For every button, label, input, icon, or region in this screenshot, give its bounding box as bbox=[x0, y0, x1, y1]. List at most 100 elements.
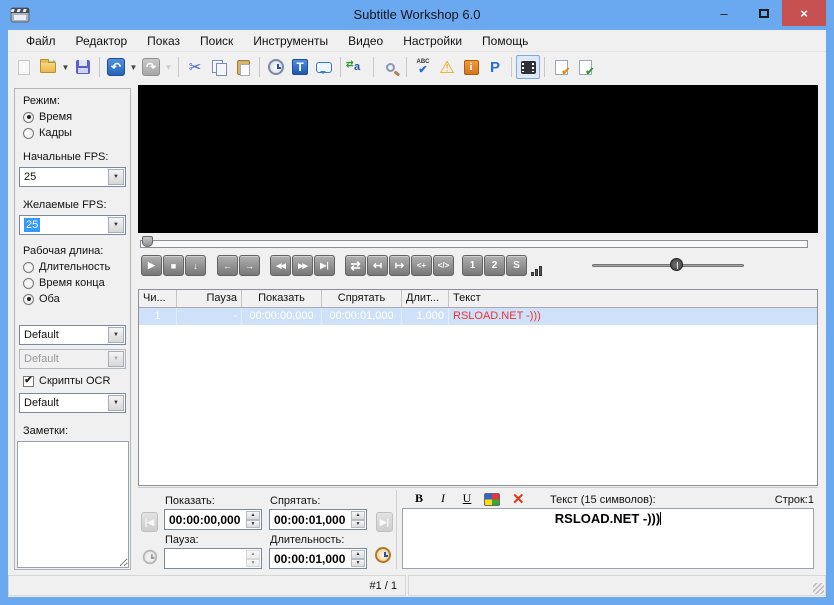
seek-thumb[interactable] bbox=[142, 236, 153, 247]
italic-button[interactable]: I bbox=[432, 491, 454, 508]
menu-video[interactable]: Видео bbox=[338, 32, 393, 50]
search-button[interactable] bbox=[378, 55, 402, 79]
volume-slider[interactable] bbox=[592, 264, 744, 267]
subtitle-note-button[interactable] bbox=[312, 55, 336, 79]
clear-format-icon[interactable]: ✕ bbox=[512, 490, 525, 508]
play-button[interactable]: ▶ bbox=[141, 255, 162, 276]
menu-search[interactable]: Поиск bbox=[190, 32, 243, 50]
copy-button[interactable] bbox=[207, 55, 231, 79]
next-subtitle-button[interactable]: → bbox=[239, 255, 260, 276]
duration-field[interactable]: 00:00:01,000 ▲ ▼ bbox=[269, 548, 367, 569]
open-file-button[interactable] bbox=[36, 55, 60, 79]
menu-file[interactable]: Файл bbox=[16, 32, 66, 50]
radio-both[interactable]: Оба bbox=[23, 293, 60, 305]
new-file-button[interactable] bbox=[12, 55, 36, 79]
resize-grip-icon[interactable] bbox=[813, 583, 824, 594]
col-show[interactable]: Показать bbox=[242, 290, 322, 307]
translate-button[interactable]: a bbox=[345, 55, 369, 79]
menu-tools[interactable]: Инструменты bbox=[243, 32, 338, 50]
stop-button[interactable]: ■ bbox=[163, 255, 184, 276]
set-text-button[interactable]: T bbox=[288, 55, 312, 79]
redo-button[interactable]: ↷ bbox=[139, 55, 163, 79]
notes-textarea[interactable] bbox=[17, 441, 129, 568]
prev-sub-button[interactable]: |◀ bbox=[141, 512, 158, 532]
fix-errors-button[interactable]: ✔ bbox=[549, 55, 573, 79]
col-duration[interactable]: Длит... bbox=[402, 290, 449, 307]
video-mode-button[interactable] bbox=[516, 55, 540, 79]
undo-dropdown[interactable]: ▼ bbox=[128, 55, 139, 79]
sync-point-button[interactable]: </> bbox=[433, 255, 454, 276]
add-offset-button[interactable]: <+ bbox=[411, 255, 432, 276]
radio-time[interactable]: Время bbox=[23, 111, 72, 123]
output-fps-combo[interactable]: 25 ▼ bbox=[19, 215, 126, 235]
save-button[interactable] bbox=[71, 55, 95, 79]
hide-time-field[interactable]: 00:00:01,000 ▲ ▼ bbox=[269, 509, 367, 530]
information-button[interactable]: i bbox=[459, 55, 483, 79]
combo-arrow-icon[interactable]: ▼ bbox=[108, 169, 124, 185]
rewind-button[interactable]: ◀◀ bbox=[270, 255, 291, 276]
ocr-script-combo[interactable]: Default ▼ bbox=[19, 393, 126, 413]
pause-clock-icon[interactable] bbox=[142, 549, 158, 565]
combo-arrow-icon[interactable]: ▼ bbox=[108, 327, 124, 343]
menu-edit[interactable]: Редактор bbox=[66, 32, 138, 50]
table-row[interactable]: 1 - 00:00:00,000 00:00:01,000 1,000 RSLO… bbox=[139, 308, 817, 325]
underline-button[interactable]: U bbox=[456, 491, 478, 508]
input-fps-combo[interactable]: 25 ▼ bbox=[19, 167, 126, 187]
alter-speed-button[interactable]: ▶| bbox=[314, 255, 335, 276]
duration-clock-icon[interactable] bbox=[375, 547, 391, 563]
combo-arrow-icon[interactable]: ▼ bbox=[108, 217, 124, 233]
video-display[interactable] bbox=[138, 85, 818, 233]
spellcheck-button[interactable]: ABC ✔ bbox=[411, 55, 435, 79]
set-time-button[interactable] bbox=[264, 55, 288, 79]
pause-field[interactable]: ▲ ▼ bbox=[164, 548, 262, 569]
menu-settings[interactable]: Настройки bbox=[393, 32, 472, 50]
start-at-cursor-button[interactable]: ↤ bbox=[367, 255, 388, 276]
forward-button[interactable]: ▶▶ bbox=[292, 255, 313, 276]
loop-button[interactable]: ⇄ bbox=[345, 255, 366, 276]
maximize-button[interactable] bbox=[746, 0, 782, 26]
volume-thumb[interactable] bbox=[670, 258, 683, 271]
mark-one-button[interactable]: 1 bbox=[462, 255, 483, 276]
paste-button[interactable] bbox=[231, 55, 255, 79]
radio-frames[interactable]: Кадры bbox=[23, 127, 72, 139]
ocr-scripts-checkbox[interactable]: ✔ Скрипты OCR bbox=[23, 375, 110, 387]
mark-two-button[interactable]: 2 bbox=[484, 255, 505, 276]
check-errors-button[interactable]: ✔ bbox=[573, 55, 597, 79]
col-text[interactable]: Текст bbox=[449, 290, 817, 307]
status-bar: #1 / 1 bbox=[8, 575, 826, 596]
redo-dropdown[interactable]: ▼ bbox=[163, 55, 174, 79]
check-errors-icon: ✔ bbox=[578, 59, 595, 78]
next-sub-button[interactable]: ▶| bbox=[376, 512, 393, 532]
spinner-arrows[interactable]: ▲ ▼ bbox=[351, 550, 365, 567]
seek-bar[interactable] bbox=[140, 240, 808, 248]
bold-button[interactable]: B bbox=[408, 491, 430, 508]
spinner-arrows[interactable]: ▲ ▼ bbox=[351, 511, 365, 528]
minimize-button[interactable]: – bbox=[706, 0, 742, 26]
scroll-list-button[interactable]: ↓ bbox=[185, 255, 206, 276]
combo-arrow-icon[interactable]: ▼ bbox=[108, 395, 124, 411]
menu-help[interactable]: Помощь bbox=[472, 32, 538, 50]
undo-button[interactable]: ↶ bbox=[104, 55, 128, 79]
errors-button[interactable]: ⚠ bbox=[435, 55, 459, 79]
col-number[interactable]: Чи... bbox=[139, 290, 177, 307]
prev-subtitle-button[interactable]: ← bbox=[217, 255, 238, 276]
charset-combo-2[interactable]: Default ▼ bbox=[19, 349, 126, 369]
end-at-cursor-button[interactable]: ↦ bbox=[389, 255, 410, 276]
charset-combo-1[interactable]: Default ▼ bbox=[19, 325, 126, 345]
radio-endtime[interactable]: Время конца bbox=[23, 277, 105, 289]
show-time-field[interactable]: 00:00:00,000 ▲ ▼ bbox=[164, 509, 262, 530]
col-pause[interactable]: Пауза bbox=[177, 290, 242, 307]
open-file-dropdown[interactable]: ▼ bbox=[60, 55, 71, 79]
cut-button[interactable]: ✂ bbox=[183, 55, 207, 79]
properties-button[interactable]: P bbox=[483, 55, 507, 79]
spinner-arrows[interactable]: ▲ ▼ bbox=[246, 511, 260, 528]
menu-view[interactable]: Показ bbox=[137, 32, 190, 50]
volume-bars-icon bbox=[531, 266, 542, 276]
radio-duration[interactable]: Длительность bbox=[23, 261, 110, 273]
sync-button[interactable]: S bbox=[506, 255, 527, 276]
col-hide[interactable]: Спрятать bbox=[322, 290, 402, 307]
color-palette-icon[interactable] bbox=[484, 493, 500, 506]
subtitle-text-editor[interactable]: RSLOAD.NET -))) bbox=[402, 508, 814, 569]
subtitle-table[interactable]: Чи... Пауза Показать Спрятать Длит... Те… bbox=[138, 289, 818, 486]
close-button[interactable]: × bbox=[782, 0, 826, 26]
